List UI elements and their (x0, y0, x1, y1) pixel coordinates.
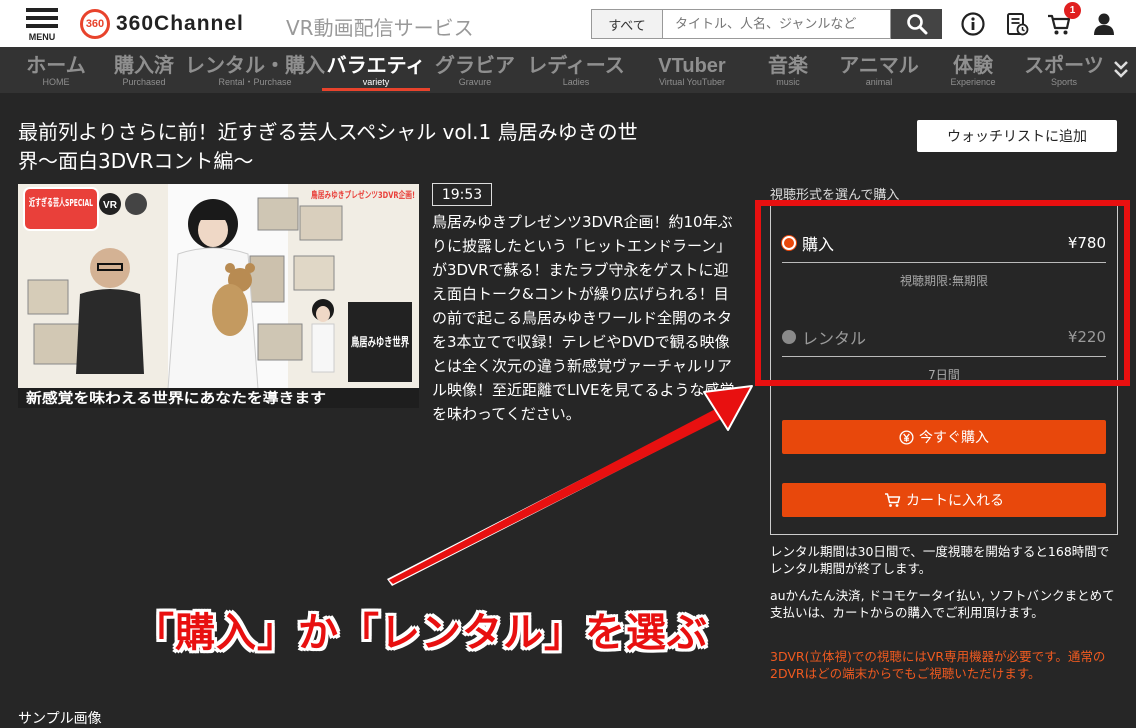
payment-info: auかんたん決済, ドコモケータイ払い, ソフトバンクまとめて支払いは、カートか… (770, 588, 1115, 620)
nav-label: スポーツ (1024, 55, 1104, 77)
video-duration: 19:53 (432, 183, 492, 206)
nav-sublabel: Rental・Purchase (218, 77, 292, 87)
thumbnail-banner-text: 新感覚を味わえる世界にあなたを導きます (26, 390, 326, 407)
thumbnail-name-text: 鳥居みゆき世界 (351, 334, 409, 349)
history-icon[interactable] (1004, 11, 1030, 37)
nav-sublabel: HOME (42, 77, 70, 87)
nav-sublabel: Virtual YouTuber (658, 77, 726, 87)
nav-item-rental-purchase[interactable]: レンタル・購入 Rental・Purchase (185, 47, 325, 93)
info-icon[interactable] (960, 11, 986, 37)
thumbnail-plan-text: 鳥居みゆきプレゼンツ3DVR企画! (311, 189, 415, 201)
nav-item-home[interactable]: ホーム HOME (24, 47, 88, 93)
cart-count-badge: 1 (1064, 2, 1081, 19)
nav-label: 音楽 (768, 55, 808, 77)
video-thumbnail[interactable]: 近すぎる芸人SPECIAL VR 鳥居みゆきプレゼンツ3DVR企画! 鳥居みゆき… (18, 184, 419, 408)
nav-label: アニマル (839, 55, 919, 77)
logo-text: 360Channel (116, 12, 244, 35)
nav-sublabel: music (776, 77, 800, 87)
annotation-highlight-box (755, 200, 1130, 386)
video-description: 鳥居みゆきプレゼンツ3DVR企画！約10年ぶりに披露したという「ヒットエンドラー… (432, 213, 735, 423)
add-to-cart-label: カートに入れる (906, 493, 1004, 509)
vr-device-warning: 3DVR(立体視)での視聴にはVR専用機器が必要です。通常の2DVRはどの端末か… (770, 649, 1106, 681)
yen-icon (899, 429, 914, 445)
menu-icon-bar (26, 16, 58, 20)
nav-label: バラエティ (326, 55, 426, 77)
nav-label: 購入済 (114, 55, 174, 77)
nav-sublabel: variety (362, 77, 390, 87)
search-button[interactable] (891, 9, 942, 39)
chevron-down-icon[interactable] (1112, 58, 1130, 80)
nav-label: 体験 (953, 55, 993, 77)
annotation-caption: 「購入」か「レンタル」を選ぶ (134, 610, 708, 656)
logo-icon: 360 (80, 9, 110, 39)
nav-item-animal[interactable]: アニマル animal (836, 47, 922, 93)
video-title: 最前列よりさらに前！近すぎる芸人スペシャル vol.1 鳥居みゆきの世界〜面白3… (18, 120, 638, 173)
category-nav: ホーム HOME 購入済 Purchased レンタル・購入 Rental・Pu… (0, 47, 1136, 93)
nav-sublabel: Sports (1050, 77, 1077, 87)
rental-period-info: レンタル期間は30日間で、一度視聴を開始すると168時間でレンタル期間が終了しま… (770, 544, 1110, 576)
nav-sublabel: Ladies (562, 77, 590, 87)
search-icon (906, 14, 927, 35)
nav-item-sports[interactable]: スポーツ Sports (1024, 47, 1104, 93)
add-to-watchlist-button[interactable]: ウォッチリストに追加 (917, 120, 1117, 152)
nav-label: VTuber (658, 55, 726, 77)
search-input[interactable] (663, 9, 891, 39)
menu-label: MENU (28, 32, 56, 42)
buy-now-label: 今すぐ購入 (919, 430, 989, 446)
nav-item-ladies[interactable]: レディース Ladies (527, 47, 625, 93)
nav-item-experience[interactable]: 体験 Experience (940, 47, 1006, 93)
nav-label: レンタル・購入 (185, 55, 325, 77)
user-icon[interactable] (1091, 11, 1117, 37)
nav-label: ホーム (26, 55, 86, 77)
nav-item-music[interactable]: 音楽 music (760, 47, 816, 93)
nav-sublabel: Experience (950, 77, 996, 87)
search-category-select[interactable]: すべて (591, 9, 663, 39)
menu-icon-bar (26, 8, 58, 12)
thumbnail-badge-text: 近すぎる芸人SPECIAL (29, 196, 93, 209)
nav-label: レディース (527, 55, 625, 77)
cart-icon (885, 493, 901, 507)
menu-button[interactable]: MENU (24, 6, 60, 44)
nav-sublabel: Purchased (122, 77, 166, 87)
site-tagline: VR動画配信サービス (286, 16, 474, 40)
menu-icon-bar (26, 24, 58, 28)
nav-sublabel: animal (865, 77, 893, 87)
add-to-cart-button[interactable]: カートに入れる (782, 483, 1106, 517)
thumbnail-image: 近すぎる芸人SPECIAL VR 鳥居みゆきプレゼンツ3DVR企画! 鳥居みゆき… (18, 184, 419, 408)
nav-label: グラビア (435, 55, 515, 77)
nav-item-purchased[interactable]: 購入済 Purchased (112, 47, 176, 93)
site-logo[interactable]: 360 360Channel (80, 8, 244, 40)
nav-sublabel: Gravure (458, 77, 492, 87)
nav-item-gravure[interactable]: グラビア Gravure (435, 47, 515, 93)
nav-item-variety[interactable]: バラエティ variety (322, 47, 430, 93)
sample-images-heading: サンプル画像 (18, 711, 102, 727)
thumbnail-vr-badge: VR (103, 200, 118, 211)
nav-item-vtuber[interactable]: VTuber Virtual YouTuber (644, 47, 740, 93)
search-bar: すべて (591, 9, 942, 39)
site-header: MENU 360 360Channel VR動画配信サービス すべて 1 (0, 0, 1136, 47)
buy-now-button[interactable]: 今すぐ購入 (782, 420, 1106, 454)
